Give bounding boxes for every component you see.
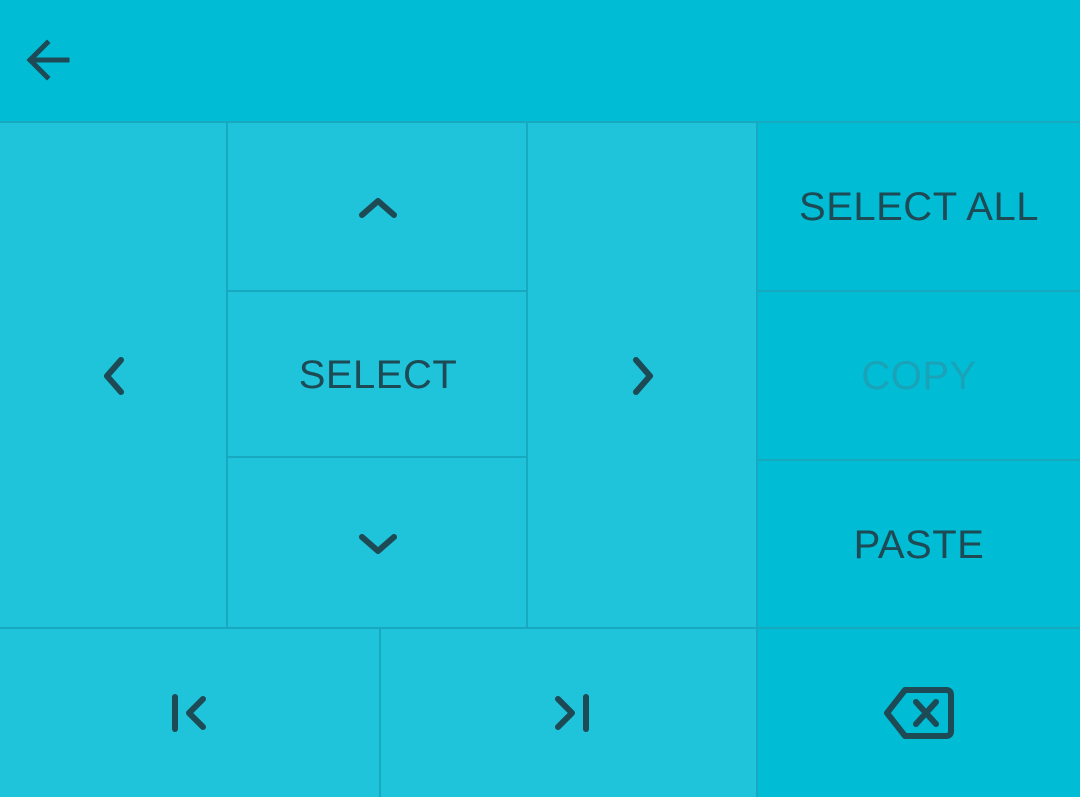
- paste-label: PASTE: [853, 522, 985, 567]
- select-all-label: SELECT ALL: [799, 185, 1039, 229]
- chevron-left-icon: [99, 354, 129, 398]
- jump-to-end-icon: [548, 693, 592, 733]
- cursor-left-button[interactable]: [0, 121, 228, 629]
- jump-to-start-button[interactable]: [0, 627, 381, 797]
- chevron-right-icon: [628, 354, 658, 398]
- chevron-down-icon: [356, 529, 400, 559]
- select-button[interactable]: SELECT: [226, 290, 528, 458]
- copy-label: COPY: [861, 354, 977, 398]
- paste-button[interactable]: PASTE: [756, 459, 1080, 629]
- top-app-bar: [0, 0, 1080, 121]
- copy-button[interactable]: COPY: [756, 290, 1080, 461]
- jump-to-start-icon: [169, 693, 213, 733]
- cursor-right-button[interactable]: [526, 121, 758, 629]
- arrow-left-icon: [23, 38, 73, 82]
- backspace-icon: [883, 685, 955, 741]
- chevron-up-icon: [356, 193, 400, 223]
- jump-to-end-button[interactable]: [379, 627, 758, 797]
- backspace-button[interactable]: [756, 627, 1080, 797]
- cursor-down-button[interactable]: [226, 456, 528, 629]
- cursor-up-button[interactable]: [226, 121, 528, 292]
- select-all-button[interactable]: SELECT ALL: [756, 121, 1080, 292]
- select-label: SELECT: [298, 352, 458, 397]
- back-button[interactable]: [16, 30, 80, 90]
